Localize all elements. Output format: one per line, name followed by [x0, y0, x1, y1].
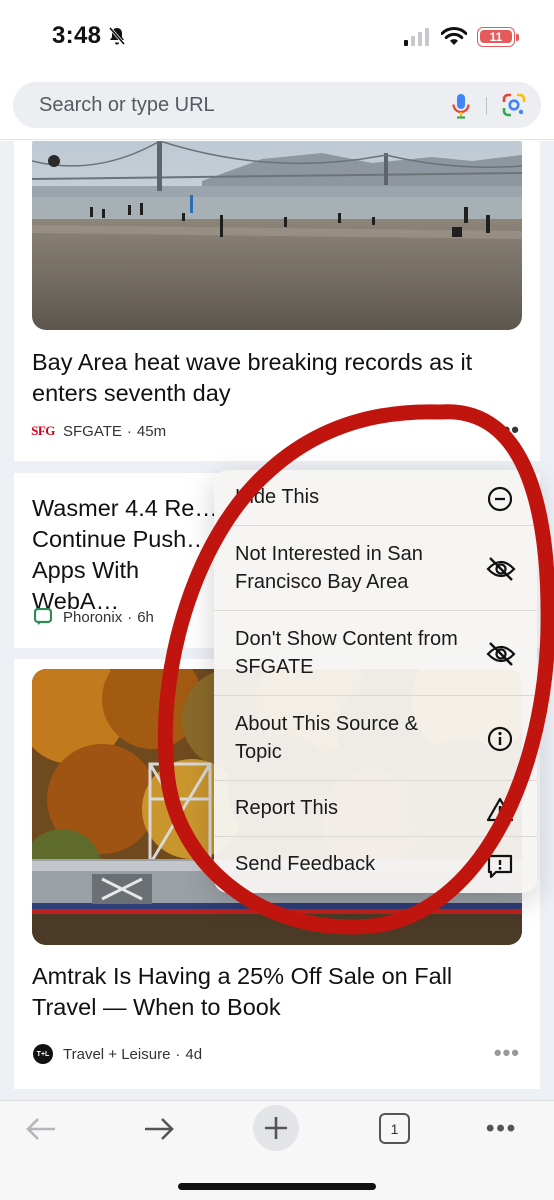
hide-icon — [487, 486, 513, 512]
menu-item-dont-show-source[interactable]: Don't Show Content from SFGATE — [214, 611, 537, 696]
tab-count: 1 — [390, 1120, 399, 1137]
menu-item-label: Don't Show Content from SFGATE — [235, 628, 458, 678]
travel-leisure-logo: T+L — [32, 1043, 54, 1065]
microphone-icon[interactable] — [450, 92, 472, 120]
google-lens-icon[interactable] — [501, 92, 527, 118]
article-age: 45m — [136, 422, 167, 440]
tab-switcher-icon[interactable]: 1 — [379, 1113, 410, 1144]
eye-slash-icon — [486, 642, 516, 666]
meta-separator: · — [126, 422, 132, 440]
menu-item-label: Report This — [235, 797, 339, 819]
menu-item-label: Send Feedback — [235, 853, 376, 875]
more-options-icon[interactable]: ••• — [494, 419, 520, 441]
forward-arrow-icon[interactable] — [142, 1115, 176, 1143]
menu-item-about-source[interactable]: About This Source & Topic — [214, 696, 537, 781]
bell-slash-icon — [108, 27, 126, 45]
menu-item-not-interested[interactable]: Not Interested in San Francisco Bay Area — [214, 526, 537, 611]
meta-separator: · — [127, 608, 133, 626]
cellular-signal-icon — [404, 28, 429, 46]
battery-charging-icon: 11 — [477, 27, 519, 47]
source-name: SFGATE — [63, 422, 122, 440]
omnibox-bar: Search or type URL — [0, 74, 554, 140]
feedback-icon — [487, 854, 513, 879]
card-image-beach[interactable] — [32, 141, 522, 330]
info-icon — [487, 726, 513, 752]
omnibox-divider — [486, 97, 487, 115]
card-meta: SFG SFGATE · 45m — [31, 420, 167, 442]
new-tab-button[interactable] — [253, 1105, 299, 1151]
new-tab-plus-icon — [265, 1117, 287, 1139]
menu-item-report[interactable]: Report This — [214, 781, 537, 837]
battery-level: 11 — [489, 30, 503, 44]
menu-item-label: About This Source & Topic — [235, 713, 419, 763]
card-title[interactable]: Amtrak Is Having a 25% Off Sale on Fall … — [32, 961, 522, 1023]
article-age: 4d — [185, 1045, 203, 1063]
back-arrow-icon[interactable] — [24, 1115, 58, 1143]
context-menu: Hide This Not Interested in San Francisc… — [214, 470, 537, 893]
more-options-icon[interactable]: ••• — [494, 1042, 520, 1064]
menu-item-label: Hide This — [235, 486, 320, 508]
home-indicator — [178, 1183, 376, 1190]
feed-card[interactable]: Bay Area heat wave breaking records as i… — [14, 141, 540, 461]
status-time: 3:48 — [52, 22, 102, 49]
wifi-icon — [441, 27, 467, 45]
card-title[interactable]: Bay Area heat wave breaking records as i… — [32, 347, 522, 409]
menu-item-label: Not Interested in San Francisco Bay Area — [235, 543, 423, 593]
card-title[interactable]: Wasmer 4.4 Re… Continue Push… Apps With … — [32, 493, 232, 617]
card-meta: T+L Travel + Leisure · 4d — [32, 1043, 202, 1065]
sfgate-logo: SFG — [31, 423, 55, 438]
eye-slash-icon — [486, 557, 516, 581]
search-input[interactable]: Search or type URL — [13, 82, 541, 128]
more-options-icon[interactable]: ••• — [486, 1115, 517, 1143]
phoronix-logo — [32, 606, 54, 628]
article-age: 6h — [137, 608, 154, 626]
card-meta: Phoronix · 6h — [32, 606, 154, 628]
source-name: Phoronix — [63, 608, 123, 626]
omnibox-placeholder: Search or type URL — [39, 94, 215, 116]
menu-item-send-feedback[interactable]: Send Feedback — [214, 837, 537, 893]
source-name: Travel + Leisure — [63, 1045, 171, 1063]
meta-separator: · — [175, 1045, 181, 1063]
status-bar: 3:48 11 — [0, 0, 554, 74]
warning-icon — [486, 797, 514, 822]
menu-item-hide-this[interactable]: Hide This — [214, 470, 537, 526]
